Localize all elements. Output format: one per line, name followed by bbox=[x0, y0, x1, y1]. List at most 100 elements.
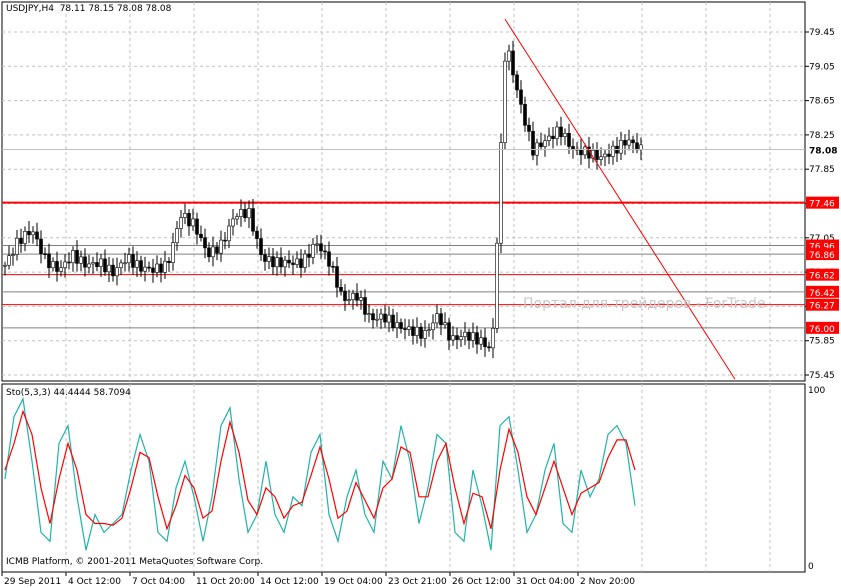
candle-body bbox=[323, 250, 327, 253]
candle-body bbox=[307, 253, 311, 258]
candle-body bbox=[311, 243, 315, 258]
candle-body bbox=[75, 250, 79, 264]
candle-body bbox=[55, 261, 59, 272]
candle-body bbox=[183, 213, 187, 218]
candle-body bbox=[431, 322, 435, 331]
candle-body bbox=[155, 263, 159, 273]
level-price-label: 76.86 bbox=[809, 251, 835, 261]
candle-body bbox=[351, 293, 355, 300]
chart-canvas[interactable]: 79.4579.0578.6578.2577.8577.4577.0576.65… bbox=[0, 0, 841, 588]
candle-body bbox=[11, 254, 15, 256]
candle-body bbox=[287, 259, 291, 264]
candle-body bbox=[435, 313, 439, 324]
price-pane bbox=[1, 1, 806, 382]
y-tick-label: 75.85 bbox=[809, 337, 835, 347]
candle-body bbox=[203, 237, 207, 249]
candle-body bbox=[123, 262, 127, 265]
candle-body bbox=[527, 124, 531, 132]
candle-body bbox=[483, 337, 487, 348]
x-tick-label: 26 Oct 12:00 bbox=[452, 577, 511, 587]
candle-body bbox=[371, 313, 375, 321]
candle-body bbox=[71, 250, 75, 264]
candle-body bbox=[179, 217, 183, 229]
candle-body bbox=[479, 337, 483, 345]
candle-body bbox=[335, 266, 339, 288]
candle-body bbox=[115, 267, 119, 277]
candle-body bbox=[491, 328, 495, 349]
candle-body bbox=[79, 256, 83, 264]
candle-body bbox=[539, 142, 543, 147]
y-tick-label: 75.45 bbox=[809, 371, 835, 381]
stoch-pane bbox=[1, 383, 806, 573]
candle-body bbox=[363, 297, 367, 315]
candle-body bbox=[107, 264, 111, 273]
candle-body bbox=[603, 153, 607, 158]
candle-body bbox=[423, 330, 427, 339]
candle-body bbox=[239, 209, 243, 217]
candle-body bbox=[523, 104, 527, 126]
candle-body bbox=[443, 322, 447, 326]
candle-body bbox=[151, 267, 155, 273]
y-tick-label: 78.25 bbox=[809, 131, 835, 141]
candle-body bbox=[187, 213, 191, 227]
candle-body bbox=[455, 335, 459, 340]
candle-body bbox=[131, 254, 135, 268]
stoch-title: Sto(5,3,3) bbox=[6, 388, 51, 398]
candle-body bbox=[635, 142, 639, 151]
candle-body bbox=[219, 239, 223, 254]
candle-body bbox=[135, 260, 139, 268]
candle-body bbox=[283, 259, 287, 268]
candle-body bbox=[403, 328, 407, 330]
candle-body bbox=[399, 322, 403, 329]
candle-body bbox=[327, 251, 331, 267]
stoch-header: Sto(5,3,3) 44.4444 58.7094 bbox=[6, 388, 131, 398]
candle-body bbox=[511, 50, 515, 76]
candle-body bbox=[407, 326, 411, 330]
candle-body bbox=[391, 314, 395, 329]
chart-window[interactable]: 79.4579.0578.6578.2577.8577.4577.0576.65… bbox=[0, 0, 841, 588]
candle-body bbox=[103, 258, 107, 273]
candle-body bbox=[59, 267, 63, 272]
candle-body bbox=[259, 238, 263, 255]
candle-body bbox=[567, 132, 571, 147]
candle-body bbox=[167, 260, 171, 263]
candle-body bbox=[279, 257, 283, 268]
stoch-max-label: 100 bbox=[808, 386, 826, 396]
candle-body bbox=[439, 313, 443, 326]
level-price-label: 76.62 bbox=[809, 272, 835, 282]
candle-body bbox=[251, 208, 255, 232]
candle-body bbox=[619, 140, 623, 154]
candle-body bbox=[315, 243, 319, 246]
candle-body bbox=[495, 242, 499, 329]
x-tick-label: 7 Oct 04:00 bbox=[132, 577, 185, 587]
candle-body bbox=[275, 257, 279, 268]
candle-body bbox=[583, 146, 587, 156]
candle-body bbox=[447, 322, 451, 341]
candle-body bbox=[267, 256, 271, 262]
candle-body bbox=[291, 262, 295, 265]
candle-body bbox=[243, 209, 247, 219]
candle-body bbox=[159, 263, 163, 273]
candle-body bbox=[227, 225, 231, 242]
level-price-label: 76.00 bbox=[809, 325, 835, 335]
candle-body bbox=[319, 243, 323, 252]
candle-body bbox=[231, 218, 235, 227]
candle-body bbox=[35, 231, 39, 240]
candle-body bbox=[623, 140, 627, 146]
candle-body bbox=[235, 216, 239, 220]
candle-body bbox=[419, 326, 423, 339]
candle-body bbox=[143, 266, 147, 272]
candle-body bbox=[63, 261, 67, 269]
candle-body bbox=[95, 262, 99, 267]
candle-body bbox=[223, 239, 227, 242]
candle-body bbox=[579, 148, 583, 156]
candle-body bbox=[599, 156, 603, 160]
candle-body bbox=[139, 260, 143, 272]
candle-body bbox=[111, 264, 115, 277]
stoch-values: 44.4444 58.7094 bbox=[53, 388, 131, 398]
candle-body bbox=[459, 336, 463, 340]
candle-body bbox=[379, 313, 383, 320]
candle-body bbox=[531, 131, 535, 156]
candle-body bbox=[631, 139, 635, 144]
candle-body bbox=[627, 139, 631, 146]
